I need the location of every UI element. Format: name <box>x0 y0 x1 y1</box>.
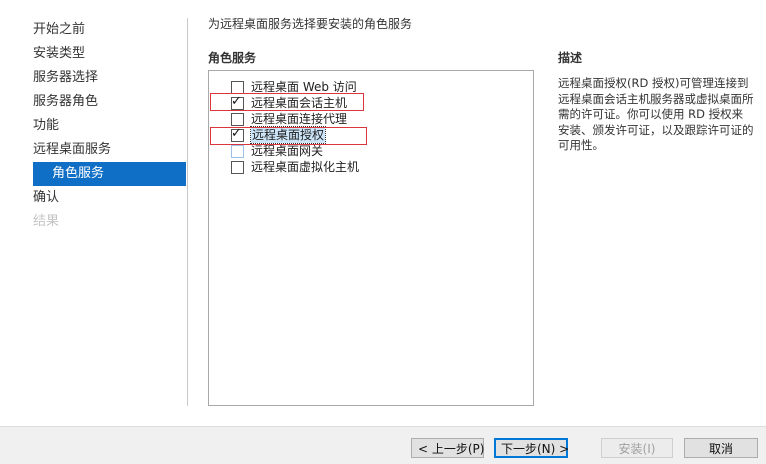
nav-item-server-roles[interactable]: 服务器角色 <box>0 90 190 114</box>
checkbox[interactable] <box>231 81 244 94</box>
description-text: 远程桌面授权(RD 授权)可管理连接到远程桌面会话主机服务器或虚拟桌面所需的许可… <box>558 76 754 153</box>
nav-item-role-services[interactable]: 角色服务 <box>33 162 186 186</box>
page-subtitle: 为远程桌面服务选择要安装的角色服务 <box>208 17 413 31</box>
role-services-list: 远程桌面 Web 访问 ✓ 远程桌面会话主机 远程桌面连接代理 ✓ 远程桌面授权… <box>208 70 534 406</box>
previous-button[interactable]: < 上一步(P) <box>411 438 484 458</box>
nav-item-before-you-begin[interactable]: 开始之前 <box>0 18 190 42</box>
checkmark-icon: ✓ <box>231 126 242 141</box>
nav-item-installation-type[interactable]: 安装类型 <box>0 42 190 66</box>
checkbox[interactable] <box>231 161 244 174</box>
checkbox[interactable]: ✓ <box>231 94 244 110</box>
role-label: 远程桌面连接代理 <box>251 112 348 126</box>
nav-item-confirmation[interactable]: 确认 <box>0 186 190 210</box>
install-button: 安装(I) <box>601 438 673 458</box>
cancel-button[interactable]: 取消 <box>684 438 758 458</box>
nav-item-results: 结果 <box>33 214 60 229</box>
roles-heading: 角色服务 <box>208 51 257 65</box>
wizard-navigation: 开始之前 安装类型 服务器选择 服务器角色 功能 远程桌面服务 角色服务 确认 … <box>0 18 190 234</box>
nav-item-server-selection[interactable]: 服务器选择 <box>0 66 190 90</box>
role-label: 远程桌面授权 <box>249 126 327 144</box>
role-label: 远程桌面虚拟化主机 <box>251 160 360 174</box>
checkbox[interactable] <box>231 145 244 158</box>
wizard-footer: < 上一步(P) 下一步(N) > 安装(I) 取消 <box>0 426 766 464</box>
checkbox[interactable] <box>231 113 244 126</box>
role-label: 远程桌面 Web 访问 <box>251 80 357 94</box>
role-label: 远程桌面网关 <box>251 144 324 158</box>
checkmark-icon: ✓ <box>231 94 242 109</box>
role-label: 远程桌面会话主机 <box>251 96 348 110</box>
nav-item-features[interactable]: 功能 <box>0 114 190 138</box>
nav-divider <box>187 18 188 406</box>
next-button[interactable]: 下一步(N) > <box>494 438 569 458</box>
checkbox[interactable]: ✓ <box>231 126 244 142</box>
nav-item-remote-desktop-services[interactable]: 远程桌面服务 <box>0 138 190 162</box>
description-heading: 描述 <box>558 51 583 65</box>
